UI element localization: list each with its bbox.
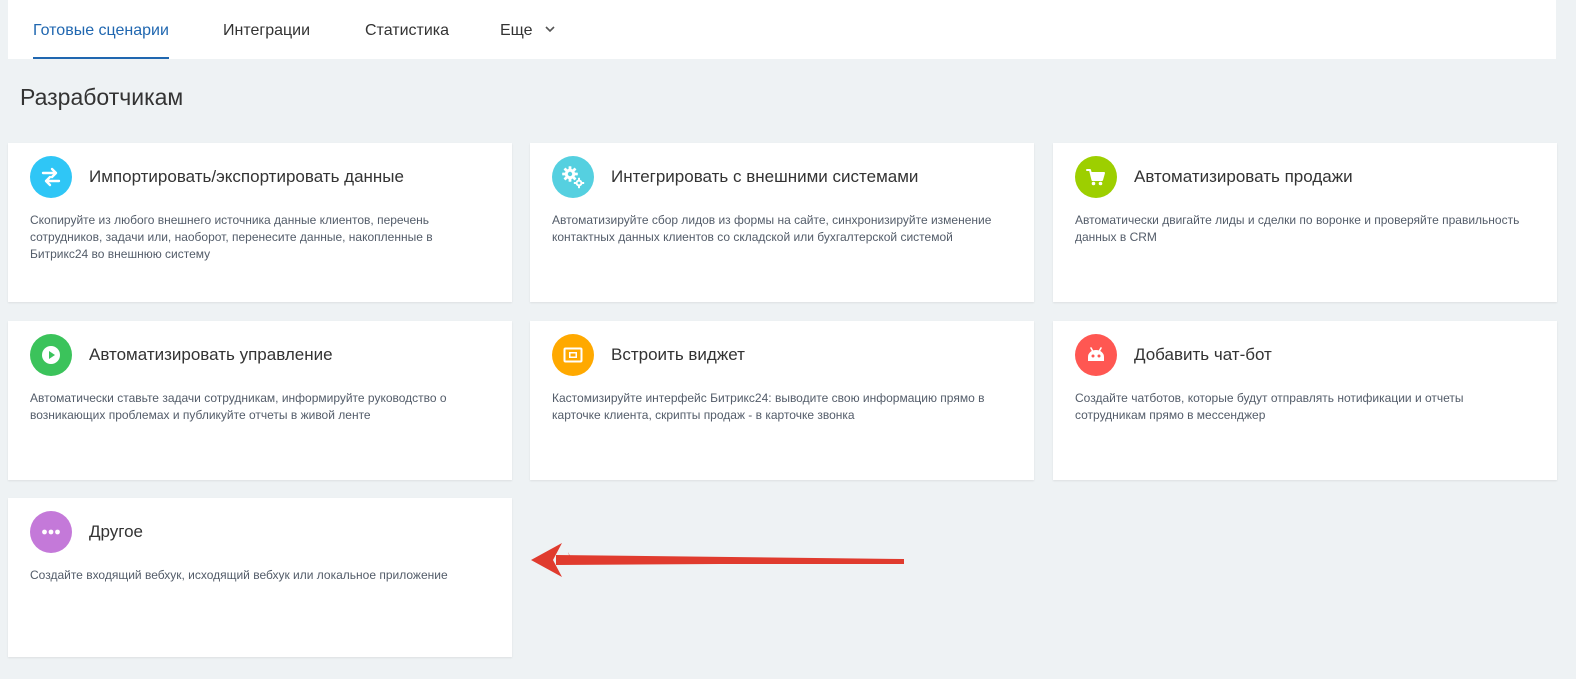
exchange-arrows-icon [30, 156, 72, 198]
card-title: Встроить виджет [611, 345, 745, 364]
tab-label: Статистика [365, 22, 450, 39]
widget-icon [552, 334, 594, 376]
card-embed-widget[interactable]: Встроить виджет Кастомизируйте интерфейс… [530, 321, 1034, 480]
card-description: Создайте входящий вебхук, исходящий вебх… [30, 568, 448, 582]
card-automate-management[interactable]: Автоматизировать управление Автоматическ… [8, 321, 512, 480]
card-description: Скопируйте из любого внешнего источника … [30, 213, 433, 261]
card-description: Автоматизируйте сбор лидов из формы на с… [552, 213, 992, 244]
tab-more[interactable]: Еще [500, 0, 555, 59]
card-description: Кастомизируйте интерфейс Битрикс24: выво… [552, 391, 985, 422]
tab-integrations[interactable]: Интеграции [223, 0, 310, 59]
card-title: Интегрировать с внешними системами [611, 167, 919, 186]
card-description: Автоматически двигайте лиды и сделки по … [1075, 213, 1520, 244]
tab-ready-scenarios[interactable]: Готовые сценарии [33, 0, 169, 59]
top-navigation: Готовые сценарии Интеграции Статистика Е… [8, 0, 1556, 59]
annotation-arrow [531, 543, 904, 577]
card-title: Добавить чат-бот [1134, 345, 1272, 364]
card-description: Автоматически ставьте задачи сотрудникам… [30, 391, 447, 422]
card-title: Автоматизировать продажи [1134, 167, 1353, 186]
card-title: Автоматизировать управление [89, 345, 333, 364]
card-add-chatbot[interactable]: Добавить чат-бот Создайте чатботов, кото… [1053, 321, 1557, 480]
robot-icon [1075, 334, 1117, 376]
gears-icon [552, 156, 594, 198]
card-title: Импортировать/экспортировать данные [89, 167, 404, 186]
chevron-down-icon [545, 0, 555, 59]
card-title: Другое [89, 522, 144, 541]
shopping-cart-icon [1075, 156, 1117, 198]
section-title: Разработчикам [20, 84, 184, 110]
more-dots-icon [30, 511, 72, 553]
tab-label: Еще [500, 22, 533, 39]
card-other[interactable]: Другое Создайте входящий вебхук, исходящ… [8, 498, 512, 657]
card-description: Создайте чатботов, которые будут отправл… [1075, 391, 1464, 422]
card-import-export[interactable]: Импортировать/экспортировать данные Скоп… [8, 143, 512, 302]
tab-statistics[interactable]: Статистика [365, 0, 449, 59]
card-automate-sales[interactable]: Автоматизировать продажи Автоматически д… [1053, 143, 1557, 302]
card-integrate-systems[interactable]: Интегрировать с внешними системами Автом… [530, 143, 1034, 302]
tab-label: Готовые сценарии [33, 22, 169, 39]
tab-label: Интеграции [223, 22, 311, 39]
play-icon [30, 334, 72, 376]
